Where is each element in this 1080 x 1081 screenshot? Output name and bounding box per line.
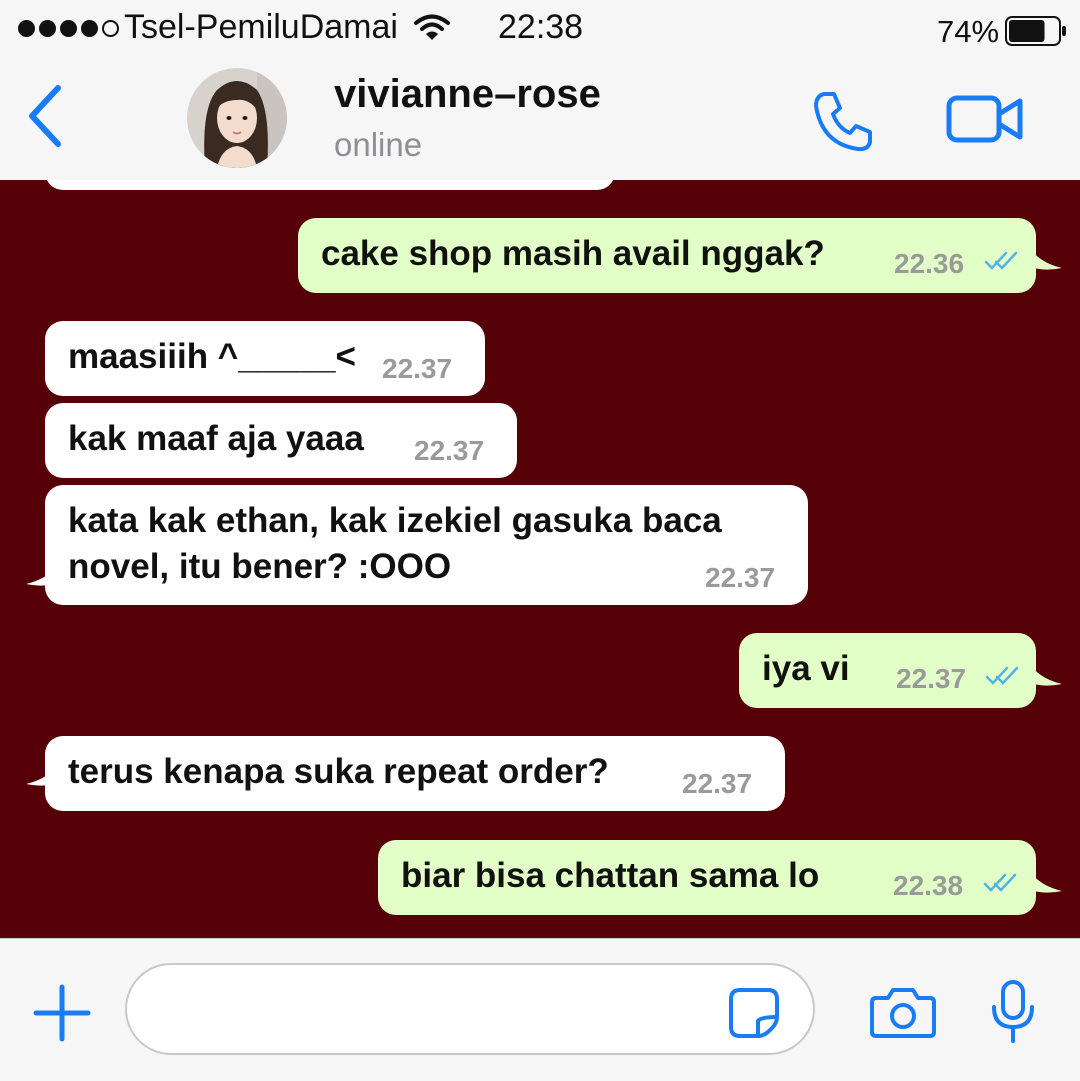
message-time: 22.37 [705,562,776,593]
message-bubble-incoming[interactable]: maasiiih ^_____< 22.37 [45,321,485,396]
message-time: 22.37 [414,435,485,466]
message-bubble-outgoing[interactable]: cake shop masih avail nggak? 22.36 [298,218,1036,293]
message-text: terus kenapa suka repeat order? [68,752,609,791]
plus-icon[interactable] [32,983,92,1043]
message-time: 22.37 [896,663,967,694]
message-text: iya vi [762,649,850,688]
message-text: cake shop masih avail nggak? [321,234,825,273]
message-bubble-incoming[interactable]: kata kak ethan, kak izekiel gasuka baca … [45,485,808,605]
chat-header: vivianne–rose online [0,58,1080,181]
input-bar [0,938,1080,1081]
message-time: 22.36 [894,248,965,279]
message-bubble-partial [45,180,615,190]
read-ticks-icon [985,666,1019,685]
camera-icon[interactable] [870,985,936,1039]
avatar[interactable] [187,68,287,168]
video-camera-icon[interactable] [946,94,1026,144]
message-text: maasiiih ^_____< [68,337,356,376]
battery-icon [1005,16,1066,46]
message-bubble-outgoing[interactable]: iya vi 22.37 [739,633,1036,708]
bubble-tail [26,558,62,586]
microphone-icon[interactable] [988,979,1038,1045]
message-input[interactable] [125,963,815,1055]
contact-name[interactable]: vivianne–rose [334,72,601,117]
message-text: biar bisa chattan sama lo [401,856,820,895]
read-ticks-icon [983,873,1017,892]
bubble-tail [1026,658,1062,686]
read-ticks-icon [984,251,1018,270]
back-chevron-icon[interactable] [24,84,64,148]
chat-area: cake shop masih avail nggak? 22.36 maasi… [0,180,1080,938]
message-text-line: kata kak ethan, kak izekiel gasuka baca [68,501,722,540]
bubble-tail [1026,865,1062,893]
wifi-icon [414,14,450,40]
message-time: 22.37 [682,768,753,799]
phone-icon[interactable] [810,88,876,154]
presence-status: online [334,126,423,163]
message-bubble-outgoing[interactable]: biar bisa chattan sama lo 22.38 [378,840,1036,915]
battery-percent: 74% [937,14,1000,49]
signal-dots-icon [18,20,119,37]
bubble-tail [1026,242,1062,270]
status-time: 22:38 [498,8,584,46]
bubble-tail [26,758,62,786]
message-text: kak maaf aja yaaa [68,419,364,458]
message-text-line: novel, itu bener? :OOO [68,547,452,586]
message-time: 22.37 [382,353,453,384]
sticker-icon[interactable] [728,987,780,1039]
message-bubble-incoming[interactable]: kak maaf aja yaaa 22.37 [45,403,517,478]
message-bubble-incoming[interactable]: terus kenapa suka repeat order? 22.37 [45,736,785,811]
message-time: 22.38 [893,870,964,901]
status-bar: Tsel-PemiluDamai 22:38 74% [0,0,1080,58]
carrier-name: Tsel-PemiluDamai [124,8,398,46]
